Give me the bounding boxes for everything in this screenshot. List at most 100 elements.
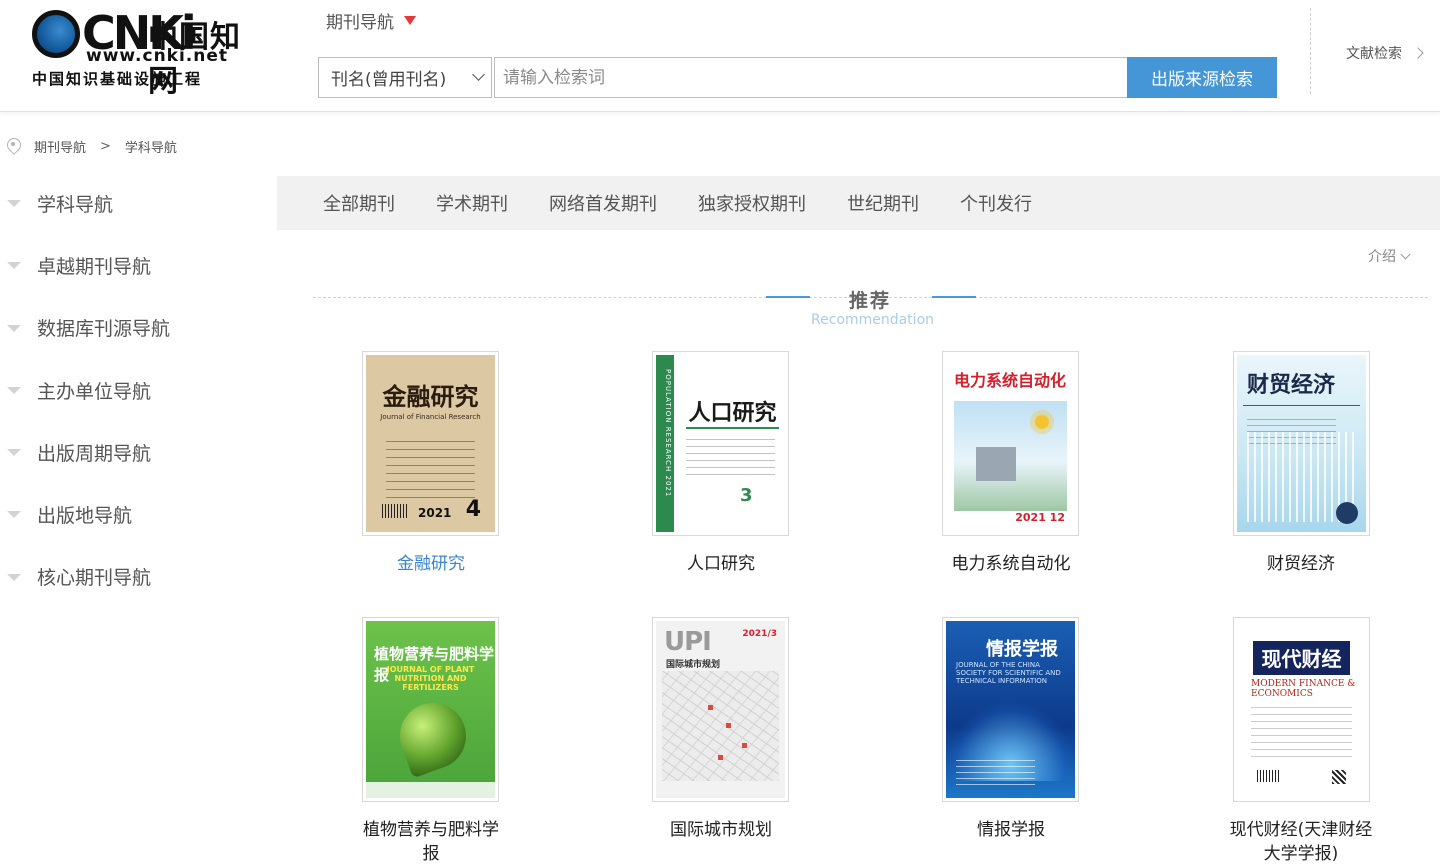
cover-year: 2021 12 (1015, 511, 1065, 524)
journal-title-link[interactable]: 金融研究 (356, 552, 506, 576)
cover-image: 植物营养与肥料学报 JOURNAL OF PLANT NUTRITION AND… (366, 621, 495, 798)
logo-url: www.cnki.net (86, 46, 229, 66)
journal-cover[interactable]: 金融研究 Journal of Financial Research 2021 … (362, 351, 499, 536)
journal-cover[interactable]: 植物营养与肥料学报 JOURNAL OF PLANT NUTRITION AND… (362, 617, 499, 802)
seal-icon (1336, 502, 1358, 524)
qr-code-icon (1332, 770, 1346, 784)
cover-image: 财贸经济 (1237, 355, 1366, 532)
cover-subtitle: 国际城市规划 (666, 660, 721, 670)
tab-academic-journals[interactable]: 学术期刊 (436, 190, 508, 216)
cover-contents (386, 441, 475, 501)
tab-exclusive[interactable]: 独家授权期刊 (698, 190, 806, 216)
intro-label: 介绍 (1368, 249, 1396, 265)
recommend-subtitle: Recommendation (810, 312, 935, 328)
journal-cover[interactable]: 财贸经济 (1233, 351, 1370, 536)
cover-english-title: JOURNAL OF THE CHINA SOCIETY FOR SCIENTI… (956, 661, 1061, 685)
caret-down-icon (404, 16, 416, 25)
logo-subtitle: 中国知识基础设施工程 (32, 70, 203, 88)
journal-title-link[interactable]: 植物营养与肥料学报 (356, 818, 506, 866)
cover-image: UPI 2021/3 国际城市规划 (656, 621, 785, 798)
cover-title: 电力系统自动化 (954, 371, 1067, 390)
sidebar-item-core[interactable]: 核心期刊导航 (0, 546, 270, 608)
site-header: CNKi 中国知网 www.cnki.net 中国知识基础设施工程 期刊导航 刊… (0, 0, 1440, 112)
literature-search-link[interactable]: 文献检索 (1346, 43, 1424, 63)
cover-year: 2021 (418, 506, 452, 520)
cover-title: UPI (664, 627, 712, 657)
globe-icon (32, 10, 80, 58)
journal-nav-label: 期刊导航 (326, 13, 394, 33)
sidebar-item-label: 学科导航 (37, 193, 114, 216)
cover-contents (1251, 707, 1352, 757)
cover-image: 情报学报 JOURNAL OF THE CHINA SOCIETY FOR SC… (946, 621, 1075, 798)
location-pin-icon (6, 138, 20, 156)
source-search-button[interactable]: 出版来源检索 (1127, 57, 1277, 98)
sidebar-item-subject[interactable]: 学科导航 (0, 172, 270, 234)
cnki-logo[interactable]: CNKi 中国知网 www.cnki.net 中国知识基础设施工程 (30, 8, 262, 99)
cover-image: 金融研究 Journal of Financial Research 2021 … (366, 355, 495, 532)
cover-issue: 3 (740, 485, 753, 506)
cover-footer (366, 782, 495, 798)
triangle-down-icon (7, 449, 21, 457)
triangle-down-icon (7, 200, 21, 207)
tab-individual[interactable]: 个刊发行 (960, 190, 1032, 216)
cover-contents (686, 439, 775, 475)
journal-cover[interactable]: 情报学报 JOURNAL OF THE CHINA SOCIETY FOR SC… (942, 617, 1079, 802)
cover-issue: 4 (465, 497, 481, 522)
journal-cover[interactable]: POPULATION RESEARCH 2021 人口研究 3 (652, 351, 789, 536)
sidebar-item-label: 出版周期导航 (37, 442, 152, 465)
triangle-down-icon (7, 573, 21, 581)
journal-title-link[interactable]: 人口研究 (646, 552, 796, 576)
breadcrumb-journal-nav[interactable]: 期刊导航 (34, 137, 86, 156)
sidebar-item-location[interactable]: 出版地导航 (0, 483, 270, 545)
triangle-down-icon (7, 386, 21, 394)
tab-online-first[interactable]: 网络首发期刊 (549, 190, 657, 216)
cover-image: 现代财经 MODERN FINANCE & ECONOMICS (1237, 621, 1366, 798)
sprout-icon (390, 693, 476, 779)
map-marker (708, 705, 713, 710)
journal-nav-dropdown[interactable]: 期刊导航 (326, 8, 416, 33)
journal-title-link[interactable]: 情报学报 (936, 818, 1086, 842)
sidebar-item-label: 核心期刊导航 (37, 567, 152, 590)
breadcrumb: 期刊导航 > 学科导航 (6, 137, 177, 156)
cover-rule (1243, 405, 1360, 406)
search-field-select[interactable]: 刊名(曾用刊名) (318, 57, 492, 98)
map-marker (726, 723, 731, 728)
cover-title: 财贸经济 (1247, 372, 1336, 398)
cover-building (976, 447, 1016, 481)
tab-century[interactable]: 世纪期刊 (847, 190, 919, 216)
barcode-icon (1257, 770, 1279, 782)
journal-cover[interactable]: 电力系统自动化 2021 12 (942, 351, 1079, 536)
barcode-icon (382, 504, 408, 518)
cover-title: 金融研究 (382, 382, 479, 411)
header-divider (1310, 8, 1311, 94)
map-marker (718, 755, 723, 760)
search-input[interactable] (494, 57, 1128, 98)
chevron-right-icon (1412, 47, 1424, 59)
search-field-value: 刊名(曾用刊名) (331, 70, 447, 90)
journal-title-link[interactable]: 电力系统自动化 (936, 552, 1086, 576)
sun-icon (1035, 415, 1049, 429)
sidebar-item-sponsor[interactable]: 主办单位导航 (0, 359, 270, 421)
tab-all-journals[interactable]: 全部期刊 (323, 190, 395, 216)
sidebar: 学科导航 卓越期刊导航 数据库刊源导航 主办单位导航 出版周期导航 出版地导航 … (0, 172, 270, 608)
cover-english-title: MODERN FINANCE & ECONOMICS (1251, 679, 1356, 699)
cover-title: 情报学报 (986, 639, 1058, 660)
journal-cover[interactable]: 现代财经 MODERN FINANCE & ECONOMICS (1233, 617, 1370, 802)
cover-title: 现代财经 (1261, 647, 1342, 671)
intro-toggle[interactable]: 介绍 (1368, 246, 1411, 266)
cover-image: POPULATION RESEARCH 2021 人口研究 3 (656, 355, 785, 532)
journal-cover[interactable]: UPI 2021/3 国际城市规划 (652, 617, 789, 802)
breadcrumb-subject-nav[interactable]: 学科导航 (125, 137, 177, 156)
chevron-down-icon (472, 68, 485, 81)
cover-image: 电力系统自动化 2021 12 (946, 355, 1075, 532)
recommend-title: 推荐 (848, 290, 891, 312)
breadcrumb-separator: > (100, 139, 111, 154)
journal-title-link[interactable]: 财贸经济 (1226, 552, 1376, 576)
cover-english-title: Journal of Financial Research (380, 413, 481, 421)
journal-title-link[interactable]: 现代财经(天津财经大学学报) (1226, 818, 1376, 866)
journal-title-link[interactable]: 国际城市规划 (646, 818, 796, 842)
sidebar-item-frequency[interactable]: 出版周期导航 (0, 421, 270, 483)
chevron-down-icon (1400, 249, 1411, 259)
sidebar-item-label: 主办单位导航 (37, 380, 152, 403)
sidebar-item-label: 卓越期刊导航 (37, 255, 152, 278)
